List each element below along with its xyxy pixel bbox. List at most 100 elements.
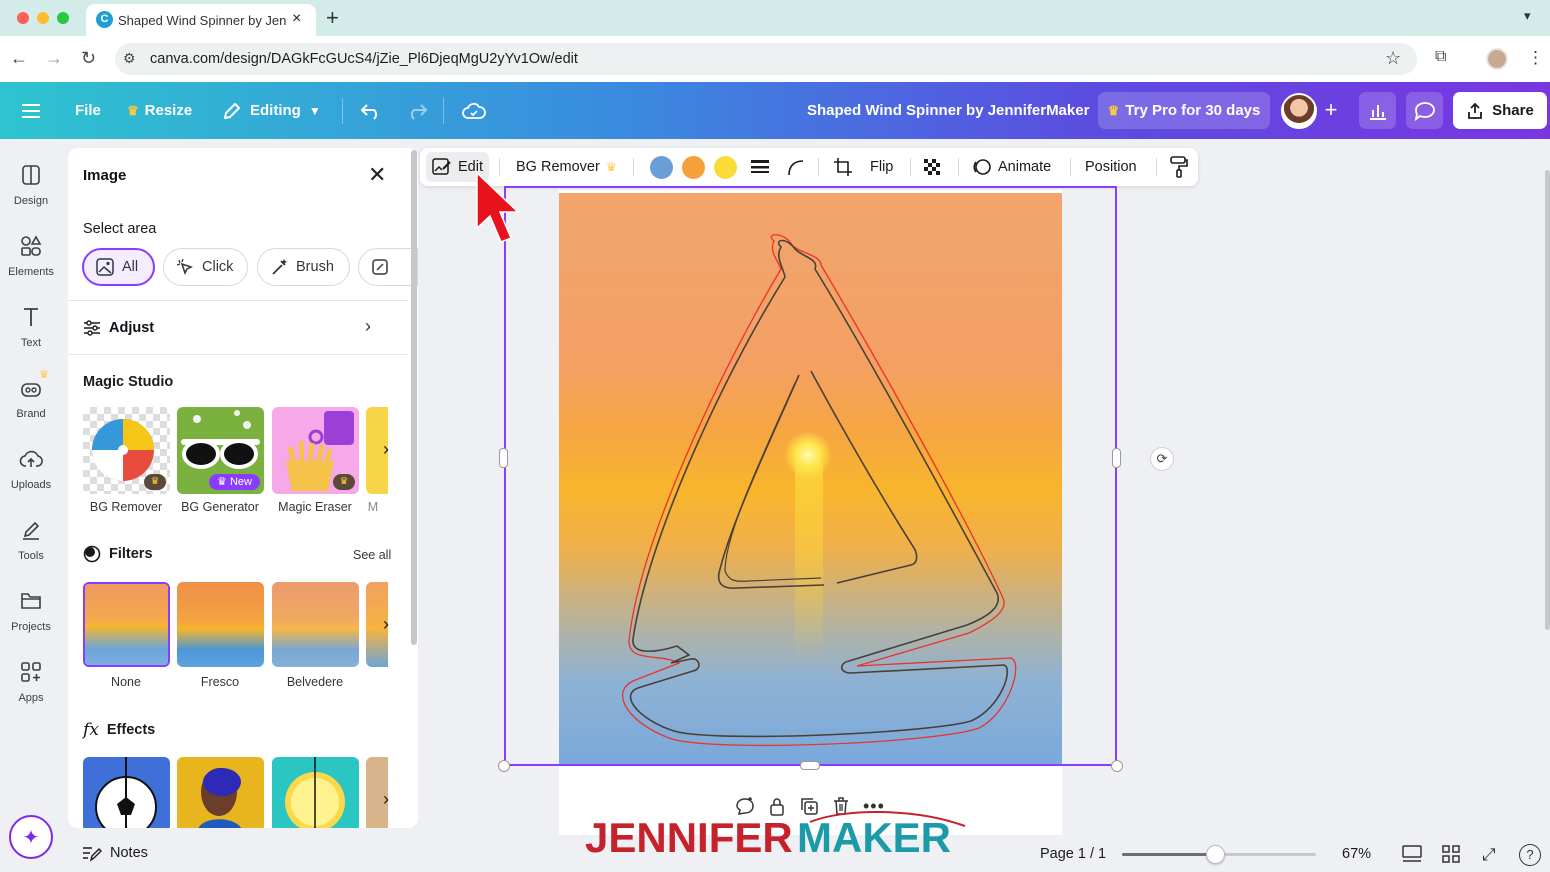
adjust-row[interactable]: Adjust: [83, 318, 383, 338]
pages-view-icon[interactable]: [1402, 845, 1422, 868]
flip-button[interactable]: Flip: [870, 148, 893, 186]
zoom-window-button[interactable]: [57, 12, 69, 24]
rotate-handle-icon[interactable]: ⟳: [1150, 447, 1174, 471]
extensions-puzzle-icon[interactable]: ⧉: [1435, 48, 1446, 66]
resize-handle-bottom[interactable]: [800, 761, 820, 770]
notes-button[interactable]: Notes: [82, 844, 148, 862]
rail-item-apps[interactable]: Apps: [0, 660, 62, 704]
resize-handle-left[interactable]: [499, 448, 508, 468]
rail-item-elements[interactable]: Elements: [0, 234, 62, 278]
resize-handle-bottom-left[interactable]: [498, 760, 510, 772]
redo-button[interactable]: [406, 82, 428, 139]
scroll-right-arrow-icon[interactable]: ›: [375, 784, 397, 814]
image-edit-icon: [432, 158, 451, 175]
browser-menu-icon[interactable]: ⋮: [1527, 48, 1544, 68]
filter-none-option[interactable]: [83, 582, 170, 667]
filters-see-all-link[interactable]: See all: [353, 548, 391, 562]
resize-handle-right[interactable]: [1112, 448, 1121, 468]
magic-assistant-button[interactable]: ✦: [9, 815, 53, 859]
animate-circles-icon: [973, 159, 991, 175]
undo-button[interactable]: [360, 82, 382, 139]
scroll-right-arrow-icon[interactable]: ›: [375, 434, 397, 464]
add-collaborator-icon[interactable]: +: [1319, 98, 1343, 122]
file-menu-button[interactable]: File: [75, 82, 101, 139]
resize-handle-bottom-right[interactable]: [1111, 760, 1123, 772]
color-swatch-orange[interactable]: [682, 156, 705, 179]
rail-item-tools[interactable]: Tools: [0, 518, 62, 562]
animate-button[interactable]: Animate: [972, 148, 1051, 186]
select-click-chip[interactable]: Click: [163, 248, 248, 286]
panel-divider: [68, 354, 408, 355]
rail-item-uploads[interactable]: Uploads: [0, 447, 62, 491]
adjust-label: Adjust: [109, 320, 155, 336]
tools-pen-icon: [23, 521, 40, 540]
editing-mode-button[interactable]: Editing ▼: [222, 82, 321, 139]
share-button[interactable]: Share: [1453, 92, 1547, 129]
effect-option[interactable]: [83, 757, 170, 828]
corner-rounding-button[interactable]: [786, 148, 806, 186]
design-title[interactable]: Shaped Wind Spinner by JenniferMaker: [807, 82, 1089, 139]
select-all-chip[interactable]: All: [82, 248, 155, 286]
page-indicator[interactable]: Page 1 / 1: [1040, 846, 1106, 862]
filter-belvedere-option[interactable]: [272, 582, 359, 667]
rail-label-text: Text: [20, 337, 42, 349]
lemon-image: [285, 757, 345, 828]
resize-button[interactable]: ♛ Resize: [127, 82, 192, 139]
scroll-right-arrow-icon[interactable]: ›: [375, 609, 397, 639]
panel-scrollbar[interactable]: [411, 150, 417, 645]
copy-style-button[interactable]: [1170, 148, 1188, 186]
back-arrow-icon[interactable]: ←: [10, 48, 28, 69]
insights-button[interactable]: [1359, 92, 1396, 129]
select-more-chip[interactable]: [358, 248, 418, 286]
grid-view-icon[interactable]: [1442, 845, 1460, 868]
text-t-icon: [24, 308, 38, 326]
magic-eraser-tool[interactable]: ♛: [272, 407, 359, 494]
rail-item-brand[interactable]: ♛ Brand: [0, 369, 62, 420]
minimize-window-button[interactable]: [37, 12, 49, 24]
browser-tab[interactable]: C Shaped Wind Spinner by Jen ×: [86, 4, 316, 36]
zoom-slider-knob[interactable]: [1206, 845, 1226, 864]
effect-option[interactable]: [177, 757, 264, 828]
close-tab-icon[interactable]: ×: [292, 10, 301, 28]
user-avatar[interactable]: [1281, 93, 1317, 129]
new-tab-icon[interactable]: +: [326, 5, 339, 31]
close-window-button[interactable]: [17, 12, 29, 24]
panel-title: Image: [83, 167, 127, 184]
rail-item-design[interactable]: Design: [0, 163, 62, 207]
bg-remover-tool[interactable]: ♛: [83, 407, 170, 494]
editing-label: Editing: [250, 102, 301, 119]
bg-generator-tool[interactable]: ♛ New: [177, 407, 264, 494]
reload-icon[interactable]: ↻: [81, 48, 96, 69]
browser-profile-avatar[interactable]: [1486, 48, 1508, 70]
effect-option[interactable]: [272, 757, 359, 828]
crop-button[interactable]: [833, 148, 853, 186]
help-icon[interactable]: ?: [1519, 844, 1541, 866]
bg-remover-label: BG Remover: [89, 500, 163, 514]
url-field[interactable]: ⚙ canva.com/design/DAGkFcGUcS4/jZie_Pl6D…: [115, 43, 1417, 75]
canvas-scrollbar[interactable]: [1545, 170, 1550, 630]
main-menu-button[interactable]: [22, 82, 40, 139]
site-settings-icon[interactable]: ⚙: [123, 50, 136, 67]
rail-item-projects[interactable]: Projects: [0, 589, 62, 633]
save-status-button[interactable]: [462, 82, 486, 139]
chevron-right-icon[interactable]: ›: [365, 316, 371, 337]
zoom-level[interactable]: 67%: [1342, 846, 1371, 862]
position-button[interactable]: Position: [1085, 148, 1137, 186]
tab-title: Shaped Wind Spinner by Jen: [118, 13, 286, 28]
comments-button[interactable]: [1406, 92, 1443, 129]
tab-search-chevron-icon[interactable]: ▾: [1524, 8, 1531, 24]
bookmark-star-icon[interactable]: ☆: [1385, 48, 1401, 69]
transparency-button[interactable]: [922, 148, 942, 186]
fullscreen-expand-icon[interactable]: ⤢: [1482, 845, 1496, 865]
close-panel-icon[interactable]: ✕: [368, 162, 386, 188]
forward-arrow-icon[interactable]: →: [45, 48, 63, 69]
try-pro-button[interactable]: ♛ Try Pro for 30 days: [1098, 92, 1270, 129]
select-brush-chip[interactable]: Brush: [257, 248, 350, 286]
color-swatch-blue[interactable]: [650, 156, 673, 179]
filter-fresco-option[interactable]: [177, 582, 264, 667]
color-swatch-yellow[interactable]: [714, 156, 737, 179]
border-style-button[interactable]: [750, 148, 770, 186]
rail-item-text[interactable]: Text: [0, 305, 62, 349]
header-divider: [443, 98, 444, 124]
bg-remover-button[interactable]: BG Remover ♛: [516, 148, 617, 186]
